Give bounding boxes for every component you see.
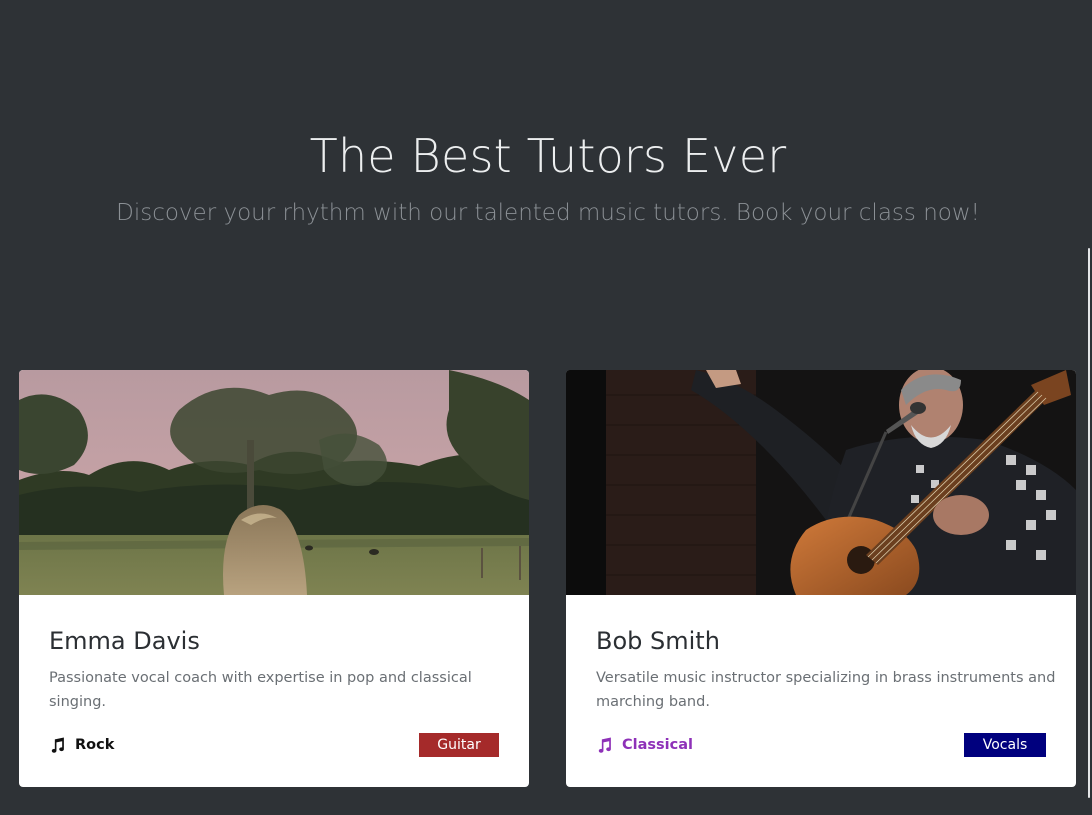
tutor-photo <box>19 370 529 595</box>
genre-label: Rock <box>49 734 114 756</box>
page-subtitle: Discover your rhythm with our talented m… <box>116 200 980 226</box>
page-title: The Best Tutors Ever <box>309 129 787 183</box>
tutor-card[interactable]: Emma Davis Passionate vocal coach with e… <box>19 370 529 787</box>
tutor-description: Passionate vocal coach with expertise in… <box>49 670 472 710</box>
tutor-description: Versatile music instructor specializing … <box>596 670 1056 710</box>
page: The Best Tutors Ever Discover your rhyth… <box>0 0 1092 815</box>
genre-text: Classical <box>622 737 693 753</box>
music-note-icon <box>596 737 613 754</box>
tutor-card[interactable]: Bob Smith Versatile music instructor spe… <box>566 370 1076 787</box>
instrument-badge: Guitar <box>419 733 499 757</box>
genre-label: Classical <box>596 734 693 756</box>
tutor-name: Emma Davis <box>49 627 200 655</box>
tutor-name: Bob Smith <box>596 627 720 655</box>
scrollbar-thumb[interactable] <box>1088 248 1090 798</box>
tutor-photo <box>566 370 1076 595</box>
genre-text: Rock <box>75 737 115 753</box>
music-note-icon <box>49 737 66 754</box>
instrument-badge: Vocals <box>964 733 1046 757</box>
